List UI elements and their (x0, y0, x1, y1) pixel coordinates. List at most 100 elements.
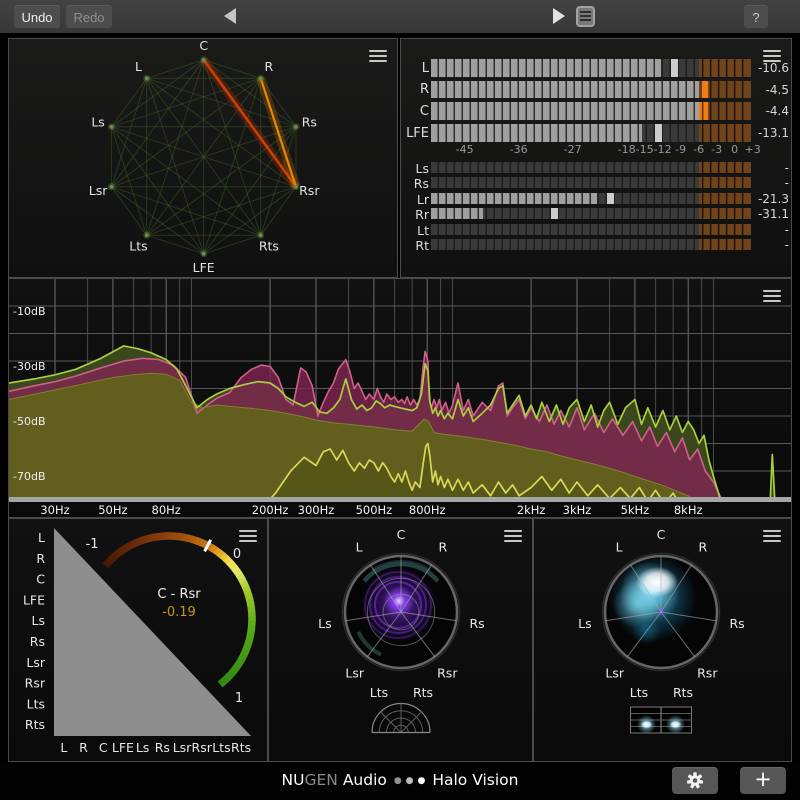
db-tick-label: -70dB (13, 470, 46, 483)
db-tick-label: -30dB (13, 360, 46, 373)
meter-value: -31.1 (749, 207, 789, 221)
freq-tick-label: 50Hz (98, 503, 127, 517)
meter-label: R (403, 82, 429, 97)
product-name: Halo Vision (432, 771, 518, 789)
channel-label: L (356, 539, 363, 554)
channel-label: Rts (259, 239, 279, 254)
surround-energy-scope: CLRLsRsLsrRsrLtsRts (269, 519, 532, 761)
menu-icon[interactable] (369, 50, 387, 63)
matrix-col-label: L (60, 740, 67, 755)
step-back-icon[interactable] (224, 8, 236, 24)
brand-dots: ●●● (392, 771, 428, 789)
surround-distribution-panel: CLRLsRsLsrRsrLtsRts (533, 518, 792, 762)
meter-label: LFE (403, 126, 429, 141)
channel-label: Lts (630, 685, 648, 700)
add-panel-button[interactable]: + (740, 767, 786, 794)
meter-label: L (403, 61, 429, 76)
db-tick-label: -10dB (13, 305, 46, 318)
freq-tick-label: 500Hz (356, 503, 393, 517)
meter-label: Rt (403, 238, 429, 253)
freq-tick-label: 80Hz (152, 503, 181, 517)
settings-button[interactable] (672, 767, 718, 794)
matrix-row-label: Rts (25, 717, 45, 732)
meter-label: Rr (403, 207, 429, 222)
meter-value: - (749, 223, 789, 237)
correlation-matrix-panel: LLRRCCLFELFELsLsRsRsLsrLsrRsrRsrLtsLtsRt… (8, 518, 268, 762)
footer-bar: NUGEN Audio ●●● Halo Vision + (0, 762, 800, 800)
meter-bar (431, 81, 751, 99)
matrix-col-label: Ls (136, 740, 149, 755)
channel-label: C (397, 527, 406, 542)
redo-button[interactable]: Redo (66, 5, 112, 28)
freq-tick-label: 5kHz (621, 503, 650, 517)
meter-value: -21.3 (749, 192, 789, 206)
gauge-source-label: C - Rsr (157, 587, 201, 602)
channel-label: Rs (469, 616, 484, 631)
brand-nu: NU (282, 771, 305, 789)
matrix-row-label: Rsr (25, 676, 46, 691)
brand-audio: Audio (343, 771, 387, 789)
matrix-col-label: LFE (112, 740, 134, 755)
channel-label: Ls (578, 616, 591, 631)
freq-tick-label: 8kHz (674, 503, 703, 517)
menu-icon[interactable] (763, 50, 781, 63)
meter-label: C (403, 104, 429, 119)
height-bars-display (631, 707, 692, 734)
meter-label: Lt (403, 223, 429, 238)
meter-bar (431, 239, 751, 250)
channel-label: LFE (193, 260, 215, 275)
channel-label: Lts (129, 239, 147, 254)
matrix-row-label: LFE (23, 592, 45, 607)
play-forward-icon[interactable] (553, 8, 565, 24)
matrix-row-label: Ls (32, 613, 45, 628)
level-meters: L-10.6R-4.5C-4.4LFE-13.1-45-36-27-18-15-… (401, 39, 791, 277)
freq-tick-label: 3kHz (563, 503, 592, 517)
undo-button[interactable]: Undo (14, 5, 60, 28)
gauge-min-label: -1 (86, 537, 99, 552)
meter-value: - (749, 161, 789, 175)
channel-label: Lts (370, 685, 388, 700)
matrix-col-label: Rs (155, 740, 170, 755)
meter-bar (431, 124, 751, 142)
meter-label: Ls (403, 161, 429, 176)
channel-label: L (616, 539, 623, 554)
help-button[interactable]: ? (744, 5, 768, 28)
matrix-col-label: Lts (212, 740, 230, 755)
meter-label: Lr (403, 192, 429, 207)
freq-tick-label: 200Hz (252, 503, 289, 517)
freq-tick-label: 800Hz (409, 503, 446, 517)
menu-icon[interactable] (763, 530, 781, 543)
meter-value: -13.1 (749, 126, 789, 140)
freq-tick-label: 300Hz (298, 503, 335, 517)
matrix-col-label: Lsr (173, 740, 192, 755)
channel-label: L (135, 59, 142, 74)
toolbar: Undo Redo ? (0, 0, 800, 33)
meter-bar (431, 162, 751, 173)
matrix-row-label: C (36, 572, 45, 587)
gauge-zero-label: 0 (233, 547, 241, 562)
spectrum-chart: 30Hz50Hz80Hz200Hz300Hz500Hz800Hz2kHz3kHz… (9, 279, 791, 517)
channel-label: Ls (318, 616, 331, 631)
spectrum-panel: 30Hz50Hz80Hz200Hz300Hz500Hz800Hz2kHz3kHz… (8, 278, 792, 518)
height-dome-display (372, 704, 430, 733)
meter-bar (431, 193, 751, 204)
meter-value: -4.5 (749, 83, 789, 97)
surround-energy-panel: CLRLsRsLsrRsrLtsRts (268, 518, 533, 762)
channel-label: Lsr (605, 666, 624, 681)
correlation-web-panel: CRRsRsrRtsLFELtsLsrLsL (8, 38, 398, 278)
menu-icon[interactable] (763, 290, 781, 303)
matrix-col-label: R (79, 740, 88, 755)
gauge-value: -0.19 (162, 605, 196, 620)
preset-list-icon[interactable] (576, 6, 595, 27)
channel-label: Lsr (345, 666, 364, 681)
freq-tick-label: 30Hz (40, 503, 69, 517)
menu-icon[interactable] (239, 530, 257, 543)
channel-label: Rsr (299, 183, 320, 198)
channel-label: R (439, 539, 448, 554)
channel-label: Rts (413, 685, 433, 700)
channel-label: Rts (673, 685, 693, 700)
menu-icon[interactable] (504, 530, 522, 543)
halo-vision-window: Undo Redo ? CRRsRsrRtsLFELtsLsrLsL L-10.… (0, 0, 800, 800)
matrix-row-label: Lts (27, 696, 45, 711)
matrix-row-label: Lsr (26, 655, 45, 670)
